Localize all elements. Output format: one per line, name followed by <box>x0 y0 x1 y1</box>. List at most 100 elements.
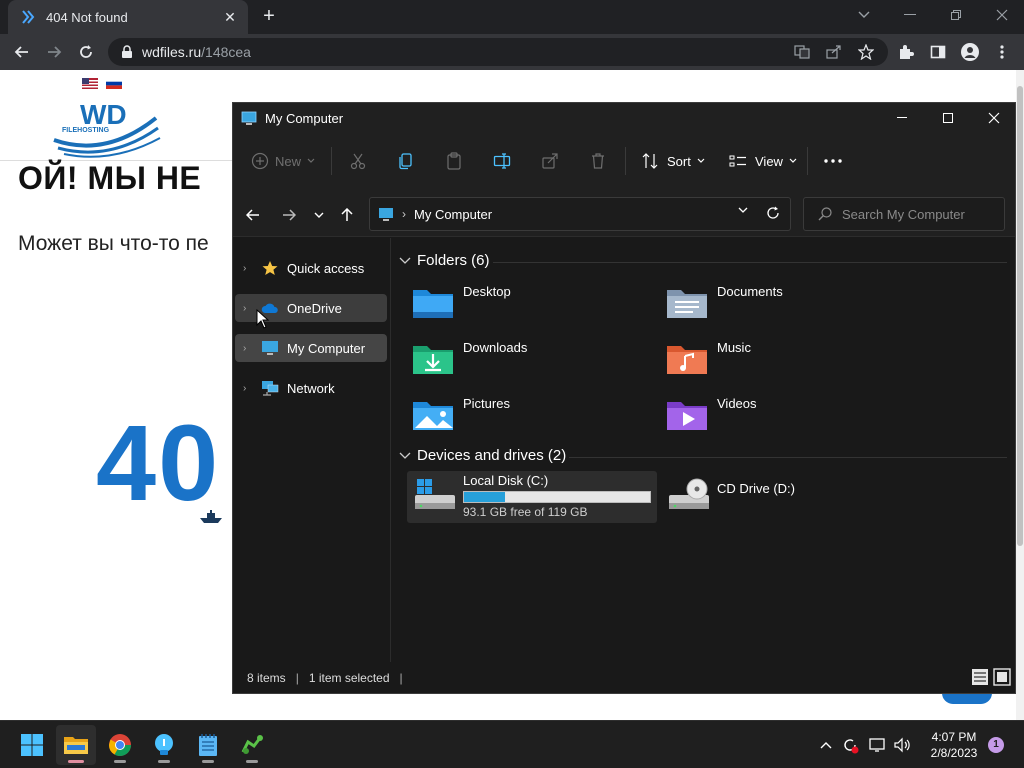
copy-button[interactable] <box>397 149 415 173</box>
new-tab-button[interactable]: + <box>258 6 280 28</box>
explorer-search-box[interactable] <box>803 197 1005 231</box>
star-icon <box>262 261 278 275</box>
drives-group-header[interactable]: Devices and drives (2) <box>399 447 566 464</box>
expand-chevron-icon[interactable]: › <box>243 383 253 394</box>
folder-desktop[interactable]: Desktop <box>393 284 633 332</box>
folder-videos[interactable]: Videos <box>647 396 887 444</box>
side-panel-icon <box>930 45 946 59</box>
expand-chevron-icon[interactable]: › <box>243 263 253 274</box>
nav-item-quick-access[interactable]: › Quick access <box>235 254 387 282</box>
reload-button[interactable] <box>74 40 98 64</box>
recent-locations-button[interactable] <box>307 203 331 227</box>
translate-icon[interactable] <box>794 45 810 59</box>
expand-chevron-icon[interactable]: › <box>243 303 253 314</box>
page-scrollbar[interactable] <box>1016 70 1024 720</box>
ru-flag-icon[interactable] <box>106 78 122 89</box>
tray-network[interactable] <box>868 735 888 755</box>
tray-volume[interactable] <box>892 735 912 755</box>
running-indicator <box>246 760 258 763</box>
more-options-button[interactable] <box>823 149 843 173</box>
expand-chevron-icon[interactable]: › <box>243 343 253 354</box>
language-flags <box>82 78 122 89</box>
address-dropdown-icon[interactable] <box>738 207 748 213</box>
delete-button[interactable] <box>589 149 607 173</box>
close-window-button[interactable] <box>988 4 1016 26</box>
up-folder-button[interactable] <box>335 203 359 227</box>
tab-close-icon[interactable]: ✕ <box>220 7 240 27</box>
scrollbar-thumb[interactable] <box>1017 86 1023 546</box>
clock-date: 2/8/2023 <box>930 746 978 760</box>
wd-filehosting-logo[interactable]: WD FILEHOSTING <box>50 94 162 158</box>
profile-button[interactable] <box>958 40 982 64</box>
folder-documents[interactable]: Documents <box>647 284 887 332</box>
explorer-forward-button[interactable] <box>277 203 301 227</box>
back-button[interactable] <box>10 40 34 64</box>
explorer-maximize-button[interactable] <box>925 103 971 133</box>
content-pane: Folders (6) Desktop Documents Downloads … <box>393 238 1015 662</box>
folders-group-label: Folders (6) <box>417 252 490 269</box>
notification-badge[interactable]: 1 <box>988 737 1004 753</box>
explorer-back-button[interactable] <box>241 203 265 227</box>
plus-circle-icon <box>251 152 269 170</box>
taskbar-notepad[interactable] <box>188 725 228 765</box>
bookmark-star-icon[interactable] <box>858 44 874 60</box>
tray-sync-status[interactable] <box>840 735 860 755</box>
search-input[interactable] <box>842 206 992 222</box>
browser-tab[interactable]: 404 Not found ✕ <box>8 0 248 34</box>
chevron-down-icon <box>697 158 705 163</box>
start-button[interactable] <box>12 725 52 765</box>
chrome-menu-button[interactable] <box>990 40 1014 64</box>
us-flag-icon[interactable] <box>82 78 98 89</box>
address-bar[interactable]: wdfiles.ru/148cea <box>108 38 888 66</box>
explorer-minimize-button[interactable] <box>879 103 925 133</box>
folder-music[interactable]: Music <box>647 340 887 388</box>
refresh-icon[interactable] <box>766 206 780 220</box>
breadcrumb-chevron-icon[interactable]: › <box>402 207 406 221</box>
explorer-titlebar[interactable]: My Computer <box>233 103 1015 133</box>
puzzle-icon <box>900 45 914 59</box>
folder-label: Videos <box>717 396 757 411</box>
chrome-icon <box>109 734 131 756</box>
tray-overflow-button[interactable] <box>816 735 836 755</box>
share-button[interactable] <box>541 149 559 173</box>
cd-drive-icon <box>669 478 709 509</box>
new-button[interactable]: New <box>251 149 315 173</box>
folder-pictures[interactable]: Pictures <box>393 396 633 444</box>
restore-button[interactable] <box>942 4 970 26</box>
nav-item-network[interactable]: › Network <box>235 374 387 402</box>
drive-cd-d[interactable]: CD Drive (D:) <box>661 471 911 523</box>
drive-local-disk-c[interactable]: Local Disk (C:) 93.1 GB free of 119 GB <box>407 471 657 523</box>
explorer-close-button[interactable] <box>971 103 1015 133</box>
kebab-menu-icon <box>1000 45 1004 59</box>
nav-item-my-computer[interactable]: › My Computer <box>235 334 387 362</box>
minimize-button[interactable] <box>896 4 924 26</box>
lightbulb-icon <box>155 734 173 755</box>
forward-button[interactable] <box>42 40 66 64</box>
logo-text: WD <box>80 99 127 130</box>
extensions-button[interactable] <box>894 40 918 64</box>
side-panel-button[interactable] <box>926 40 950 64</box>
taskbar-file-explorer[interactable] <box>56 725 96 765</box>
error-heading: ОЙ! МЫ НЕ <box>18 160 202 196</box>
view-button[interactable]: View <box>729 149 797 173</box>
share-icon[interactable] <box>826 45 842 59</box>
taskbar-tips-app[interactable] <box>144 725 184 765</box>
rename-button[interactable] <box>493 149 511 173</box>
taskbar-clock[interactable]: 4:07 PM 2/8/2023 <box>924 729 984 761</box>
chevron-down-icon <box>314 212 324 218</box>
running-indicator <box>158 760 170 763</box>
large-icons-view-icon[interactable] <box>993 668 1011 686</box>
arrow-right-icon <box>283 209 296 221</box>
cut-button[interactable] <box>349 149 367 173</box>
paste-button[interactable] <box>445 149 463 173</box>
details-view-icon[interactable] <box>971 668 989 686</box>
sort-button[interactable]: Sort <box>641 149 705 173</box>
taskbar-chrome[interactable] <box>100 725 140 765</box>
chevron-down-icon <box>789 158 797 163</box>
folder-downloads[interactable]: Downloads <box>393 340 633 388</box>
folders-group-header[interactable]: Folders (6) <box>399 252 490 269</box>
breadcrumb-my-computer[interactable]: My Computer <box>414 207 492 222</box>
tab-search-button[interactable] <box>850 4 878 26</box>
taskbar-app-gecko[interactable] <box>232 725 272 765</box>
explorer-address-bar[interactable]: › My Computer <box>369 197 791 231</box>
